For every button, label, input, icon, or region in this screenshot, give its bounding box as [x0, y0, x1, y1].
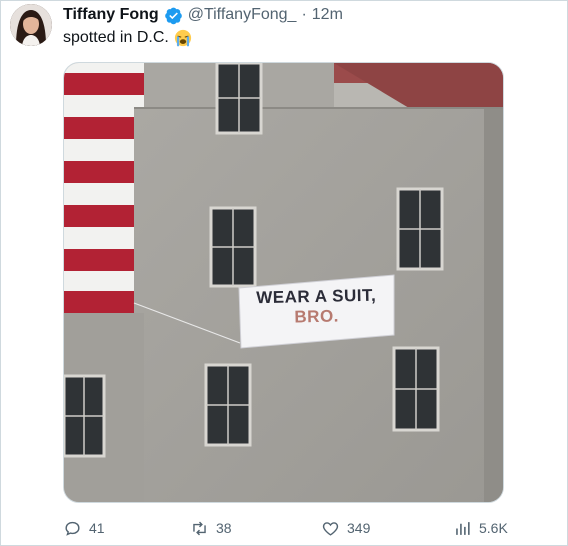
avatar-image — [10, 4, 52, 46]
reply-count: 41 — [89, 520, 105, 536]
views-button[interactable]: 5.6K — [453, 513, 508, 543]
separator-dot: · — [301, 6, 307, 23]
verified-badge-icon — [164, 6, 183, 25]
tweet-timestamp[interactable]: 12m — [312, 6, 343, 24]
tweet-actions: 41 38 349 5.6K — [63, 513, 513, 543]
heart-icon — [321, 519, 340, 538]
avatar[interactable] — [10, 4, 52, 46]
author-handle[interactable]: @TiffanyFong_ — [188, 6, 297, 24]
retweet-button[interactable]: 38 — [190, 513, 232, 543]
like-count: 349 — [347, 520, 371, 536]
loudly-crying-face-emoji-icon — [174, 29, 192, 47]
tweet-card[interactable]: Tiffany Fong @TiffanyFong_ · 12m spotted… — [0, 0, 568, 546]
tweet-photo[interactable]: WEAR A SUIT, BRO. — [63, 62, 504, 503]
flag-stripes — [64, 63, 144, 313]
author-display-name[interactable]: Tiffany Fong — [63, 6, 159, 24]
reply-button[interactable]: 41 — [63, 513, 105, 543]
retweet-icon — [190, 519, 209, 538]
view-count: 5.6K — [479, 520, 508, 536]
tweet-text-content: spotted in D.C. — [63, 29, 169, 46]
banner: WEAR A SUIT, BRO. — [238, 272, 394, 345]
like-button[interactable]: 349 — [321, 513, 370, 543]
retweet-count: 38 — [216, 520, 232, 536]
bar-chart-icon — [453, 519, 472, 538]
tweet-text: spotted in D.C. — [63, 29, 192, 47]
reply-icon — [63, 519, 82, 538]
banner-line2: BRO. — [294, 306, 340, 327]
